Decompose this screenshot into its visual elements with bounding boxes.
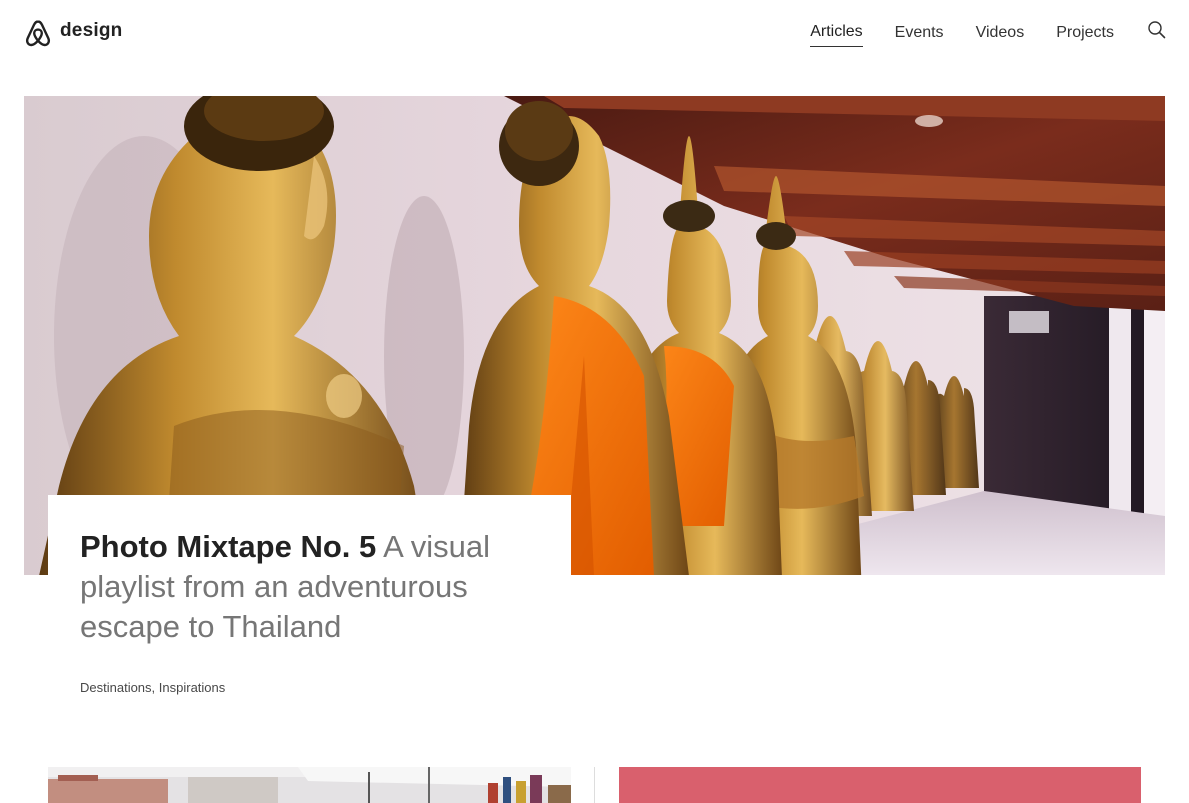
nav-videos[interactable]: Videos	[976, 21, 1025, 47]
site-header: design Articles Events Videos Projects	[0, 0, 1189, 64]
nav-projects[interactable]: Projects	[1056, 21, 1114, 47]
tag-separator: ,	[151, 680, 159, 695]
brand-name: design	[60, 20, 123, 41]
brand-link[interactable]: design	[24, 16, 122, 48]
nav-events[interactable]: Events	[895, 21, 944, 47]
tag-destinations[interactable]: Destinations	[80, 680, 152, 695]
article-card-color-block[interactable]	[619, 767, 1141, 803]
nav-articles[interactable]: Articles	[810, 20, 863, 47]
hero-article-card: Photo Mixtape No. 5 A visual playlist fr…	[48, 495, 571, 697]
airbnb-belo-icon	[24, 16, 52, 48]
search-icon[interactable]	[1147, 20, 1167, 40]
hero-tags: Destinations, Inspirations	[80, 679, 539, 697]
card-divider	[594, 767, 595, 803]
tag-inspirations[interactable]: Inspirations	[159, 680, 225, 695]
article-card-thumbnail[interactable]	[48, 767, 571, 803]
hero-title-strong: Photo Mixtape No. 5	[80, 529, 377, 564]
hero-article-title[interactable]: Photo Mixtape No. 5 A visual playlist fr…	[80, 527, 539, 647]
main-nav: Articles Events Videos Projects	[778, 20, 1114, 47]
